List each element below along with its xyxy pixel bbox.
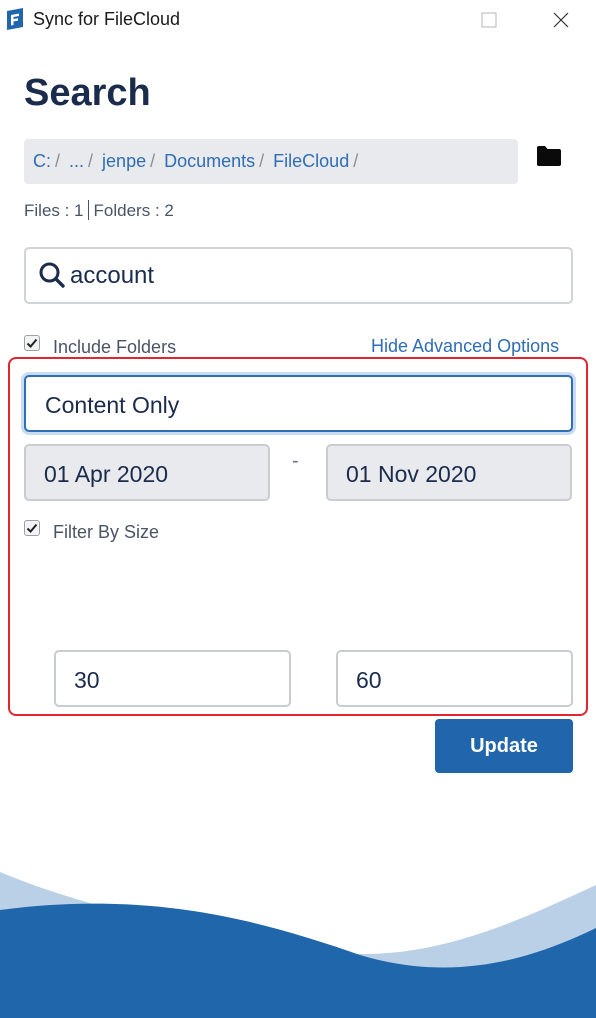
breadcrumb-separator: /: [88, 151, 94, 171]
breadcrumb: C: / ... / jenpe / Documents / FileCloud…: [24, 139, 518, 184]
folders-count: Folders : 2: [93, 201, 174, 220]
date-to-field[interactable]: 01 Nov 2020: [326, 444, 572, 501]
minimize-icon: [413, 19, 425, 21]
page-title: Search: [24, 72, 151, 114]
count-divider: [87, 200, 89, 220]
breadcrumb-separator: /: [353, 151, 359, 171]
size-min-field[interactable]: 30: [54, 650, 291, 707]
window-title: Sync for FileCloud: [33, 9, 181, 29]
maximize-icon: [481, 12, 497, 28]
update-button[interactable]: Update: [435, 719, 573, 773]
decorative-waves: [0, 872, 596, 1018]
breadcrumb-separator: /: [259, 151, 265, 171]
close-icon: [553, 12, 569, 28]
search-box[interactable]: [24, 247, 573, 304]
filter-by-size-checkbox[interactable]: [24, 520, 40, 536]
close-button[interactable]: [538, 4, 584, 36]
hide-advanced-options-link[interactable]: Hide Advanced Options: [371, 336, 559, 357]
include-folders-checkbox[interactable]: [24, 335, 40, 351]
search-mode-select[interactable]: Content Only: [24, 375, 573, 432]
title-bar: Sync for FileCloud: [0, 0, 596, 40]
checkmark-icon: [26, 338, 38, 348]
result-counts: Files : 1 Folders : 2: [24, 200, 174, 221]
filecloud-logo-icon: [7, 8, 23, 30]
breadcrumb-item-ellipsis[interactable]: ...: [69, 151, 84, 172]
breadcrumb-item-jenpe[interactable]: jenpe: [102, 151, 146, 172]
files-count: Files : 1: [24, 201, 84, 220]
search-icon: [39, 262, 65, 288]
size-max-field[interactable]: 60: [336, 650, 573, 707]
date-from-field[interactable]: 01 Apr 2020: [24, 444, 270, 501]
maximize-button[interactable]: [466, 4, 512, 36]
minimize-button[interactable]: [396, 4, 442, 36]
date-range-separator: -: [292, 450, 299, 472]
include-folders-label: Include Folders: [53, 337, 177, 357]
breadcrumb-separator: /: [55, 151, 61, 171]
folder-icon[interactable]: [536, 145, 562, 167]
checkmark-icon: [26, 523, 38, 533]
search-input[interactable]: [70, 259, 550, 293]
breadcrumb-separator: /: [150, 151, 156, 171]
breadcrumb-item-documents[interactable]: Documents: [164, 151, 255, 172]
breadcrumb-item-drive[interactable]: C:: [33, 151, 51, 172]
breadcrumb-item-filecloud[interactable]: FileCloud: [273, 151, 349, 172]
filter-by-size-label: Filter By Size: [53, 522, 160, 542]
